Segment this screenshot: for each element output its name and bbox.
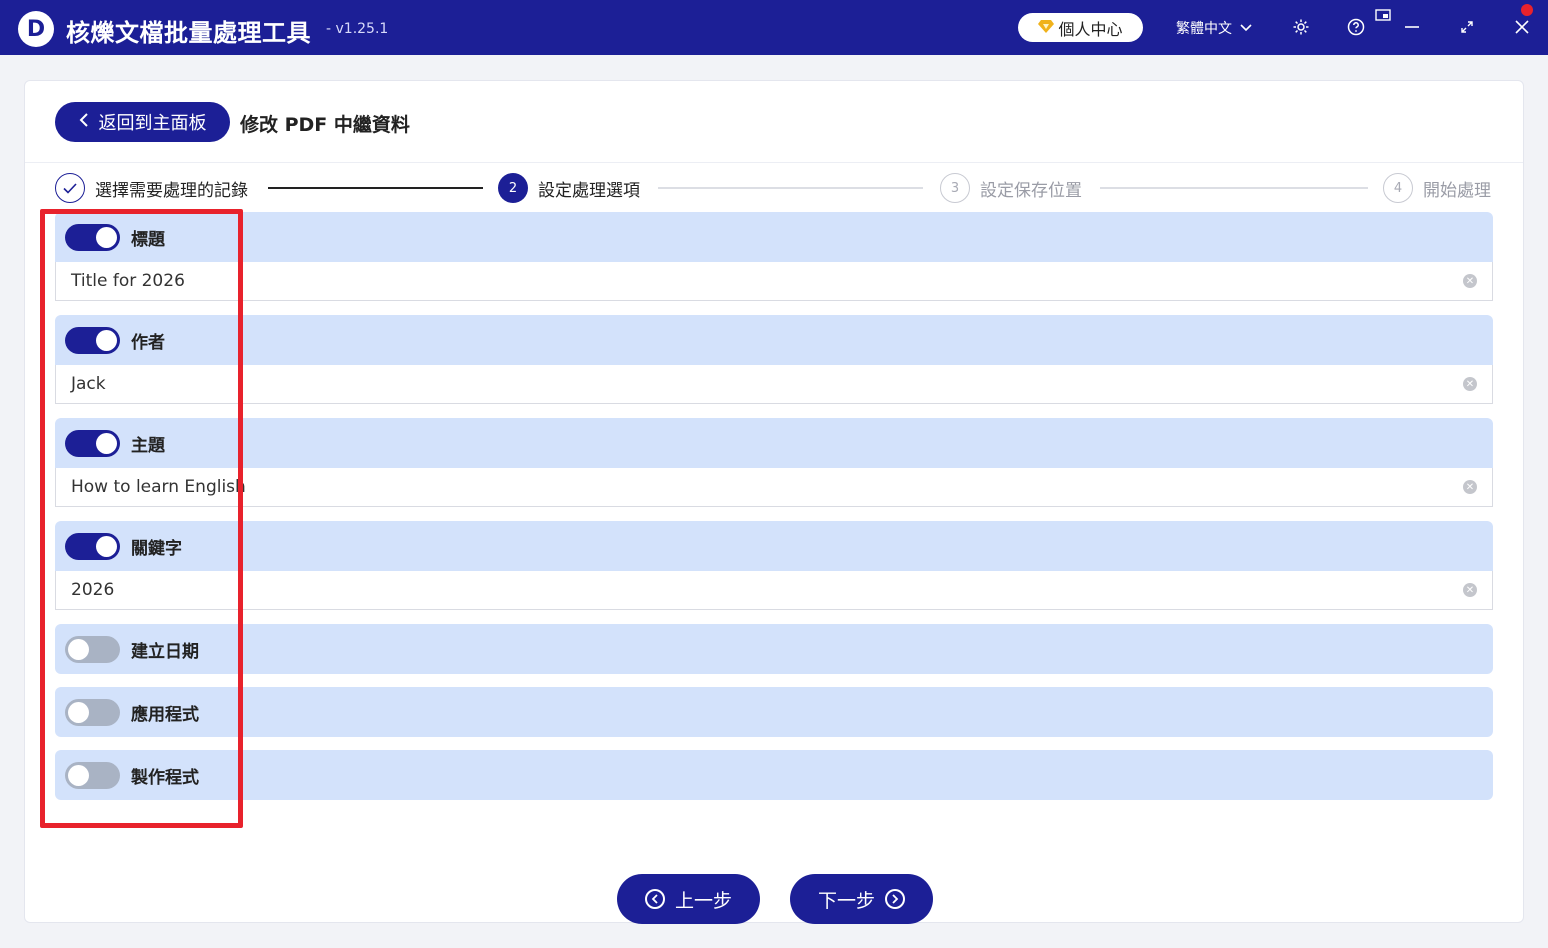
option-keywords: 關鍵字 2026 ✕ bbox=[55, 521, 1493, 610]
highlight-box bbox=[40, 209, 243, 828]
minimize-icon[interactable] bbox=[1401, 15, 1423, 39]
app-logo: D bbox=[18, 11, 54, 47]
step-connector bbox=[658, 187, 923, 189]
app-title: 核爍文檔批量處理工具 bbox=[66, 19, 311, 47]
chevron-down-icon bbox=[1240, 20, 1252, 36]
arrow-right-icon bbox=[885, 889, 905, 909]
option-producer: 製作程式 bbox=[55, 750, 1493, 800]
next-step-label: 下一步 bbox=[817, 889, 875, 912]
clear-icon[interactable]: ✕ bbox=[1463, 480, 1477, 494]
option-header: 作者 bbox=[55, 315, 1493, 365]
previous-step-button[interactable]: 上一步 bbox=[617, 874, 760, 924]
step-start-processing: 4 開始處理 bbox=[1383, 173, 1491, 203]
option-application: 應用程式 bbox=[55, 687, 1493, 737]
option-subject: 主題 How to learn English ✕ bbox=[55, 418, 1493, 507]
previous-step-label: 上一步 bbox=[674, 889, 732, 912]
step-number: 4 bbox=[1383, 173, 1413, 203]
close-icon[interactable] bbox=[1511, 15, 1533, 39]
app-logo-letter: D bbox=[26, 16, 46, 42]
header-divider bbox=[25, 162, 1523, 163]
clear-icon[interactable]: ✕ bbox=[1463, 377, 1477, 391]
step-label: 設定處理選項 bbox=[538, 180, 640, 201]
chevron-left-icon bbox=[79, 112, 89, 133]
page-title: 修改 PDF 中繼資料 bbox=[240, 114, 410, 136]
clear-icon[interactable]: ✕ bbox=[1463, 583, 1477, 597]
option-header: 製作程式 bbox=[55, 750, 1493, 800]
step-connector bbox=[1100, 187, 1368, 189]
option-title: 標題 Title for 2026 ✕ bbox=[55, 212, 1493, 301]
maximize-icon[interactable] bbox=[1456, 15, 1478, 39]
user-center-button[interactable]: 個人中心 bbox=[1018, 13, 1143, 42]
step-label: 設定保存位置 bbox=[980, 180, 1082, 201]
step-select-records: 選擇需要處理的記錄 bbox=[55, 173, 248, 203]
option-header: 主題 bbox=[55, 418, 1493, 468]
option-header: 標題 bbox=[55, 212, 1493, 262]
notification-badge bbox=[1521, 4, 1533, 16]
help-icon[interactable] bbox=[1345, 15, 1367, 39]
step-set-options: 2 設定處理選項 bbox=[498, 173, 640, 203]
subject-input[interactable]: How to learn English ✕ bbox=[55, 468, 1493, 507]
language-label: 繁體中文 bbox=[1176, 21, 1232, 37]
option-creation-date: 建立日期 bbox=[55, 624, 1493, 674]
title-bar: D 核爍文檔批量處理工具 - v1.25.1 個人中心 繁體中文 bbox=[0, 0, 1548, 55]
option-header: 建立日期 bbox=[55, 624, 1493, 674]
back-to-dashboard-button[interactable]: 返回到主面板 bbox=[55, 102, 230, 142]
language-select[interactable]: 繁體中文 bbox=[1176, 18, 1252, 38]
option-author: 作者 Jack ✕ bbox=[55, 315, 1493, 404]
gear-icon[interactable] bbox=[1290, 15, 1312, 39]
arrow-left-icon bbox=[644, 889, 665, 909]
step-connector bbox=[268, 187, 483, 189]
clear-icon[interactable]: ✕ bbox=[1463, 274, 1477, 288]
step-number: 2 bbox=[498, 173, 528, 203]
step-label: 開始處理 bbox=[1423, 180, 1491, 201]
title-input[interactable]: Title for 2026 ✕ bbox=[55, 262, 1493, 301]
step-label: 選擇需要處理的記錄 bbox=[95, 180, 248, 201]
mini-window-icon[interactable] bbox=[1372, 4, 1394, 28]
user-center-label: 個人中心 bbox=[1058, 19, 1123, 39]
keywords-input[interactable]: 2026 ✕ bbox=[55, 571, 1493, 610]
app-version: - v1.25.1 bbox=[326, 21, 389, 37]
back-button-label: 返回到主面板 bbox=[98, 113, 207, 134]
author-input[interactable]: Jack ✕ bbox=[55, 365, 1493, 404]
option-header: 關鍵字 bbox=[55, 521, 1493, 571]
check-icon bbox=[55, 173, 85, 203]
step-save-location: 3 設定保存位置 bbox=[940, 173, 1082, 203]
option-header: 應用程式 bbox=[55, 687, 1493, 737]
diamond-icon bbox=[1038, 19, 1055, 37]
step-number: 3 bbox=[940, 173, 970, 203]
next-step-button[interactable]: 下一步 bbox=[790, 874, 933, 924]
